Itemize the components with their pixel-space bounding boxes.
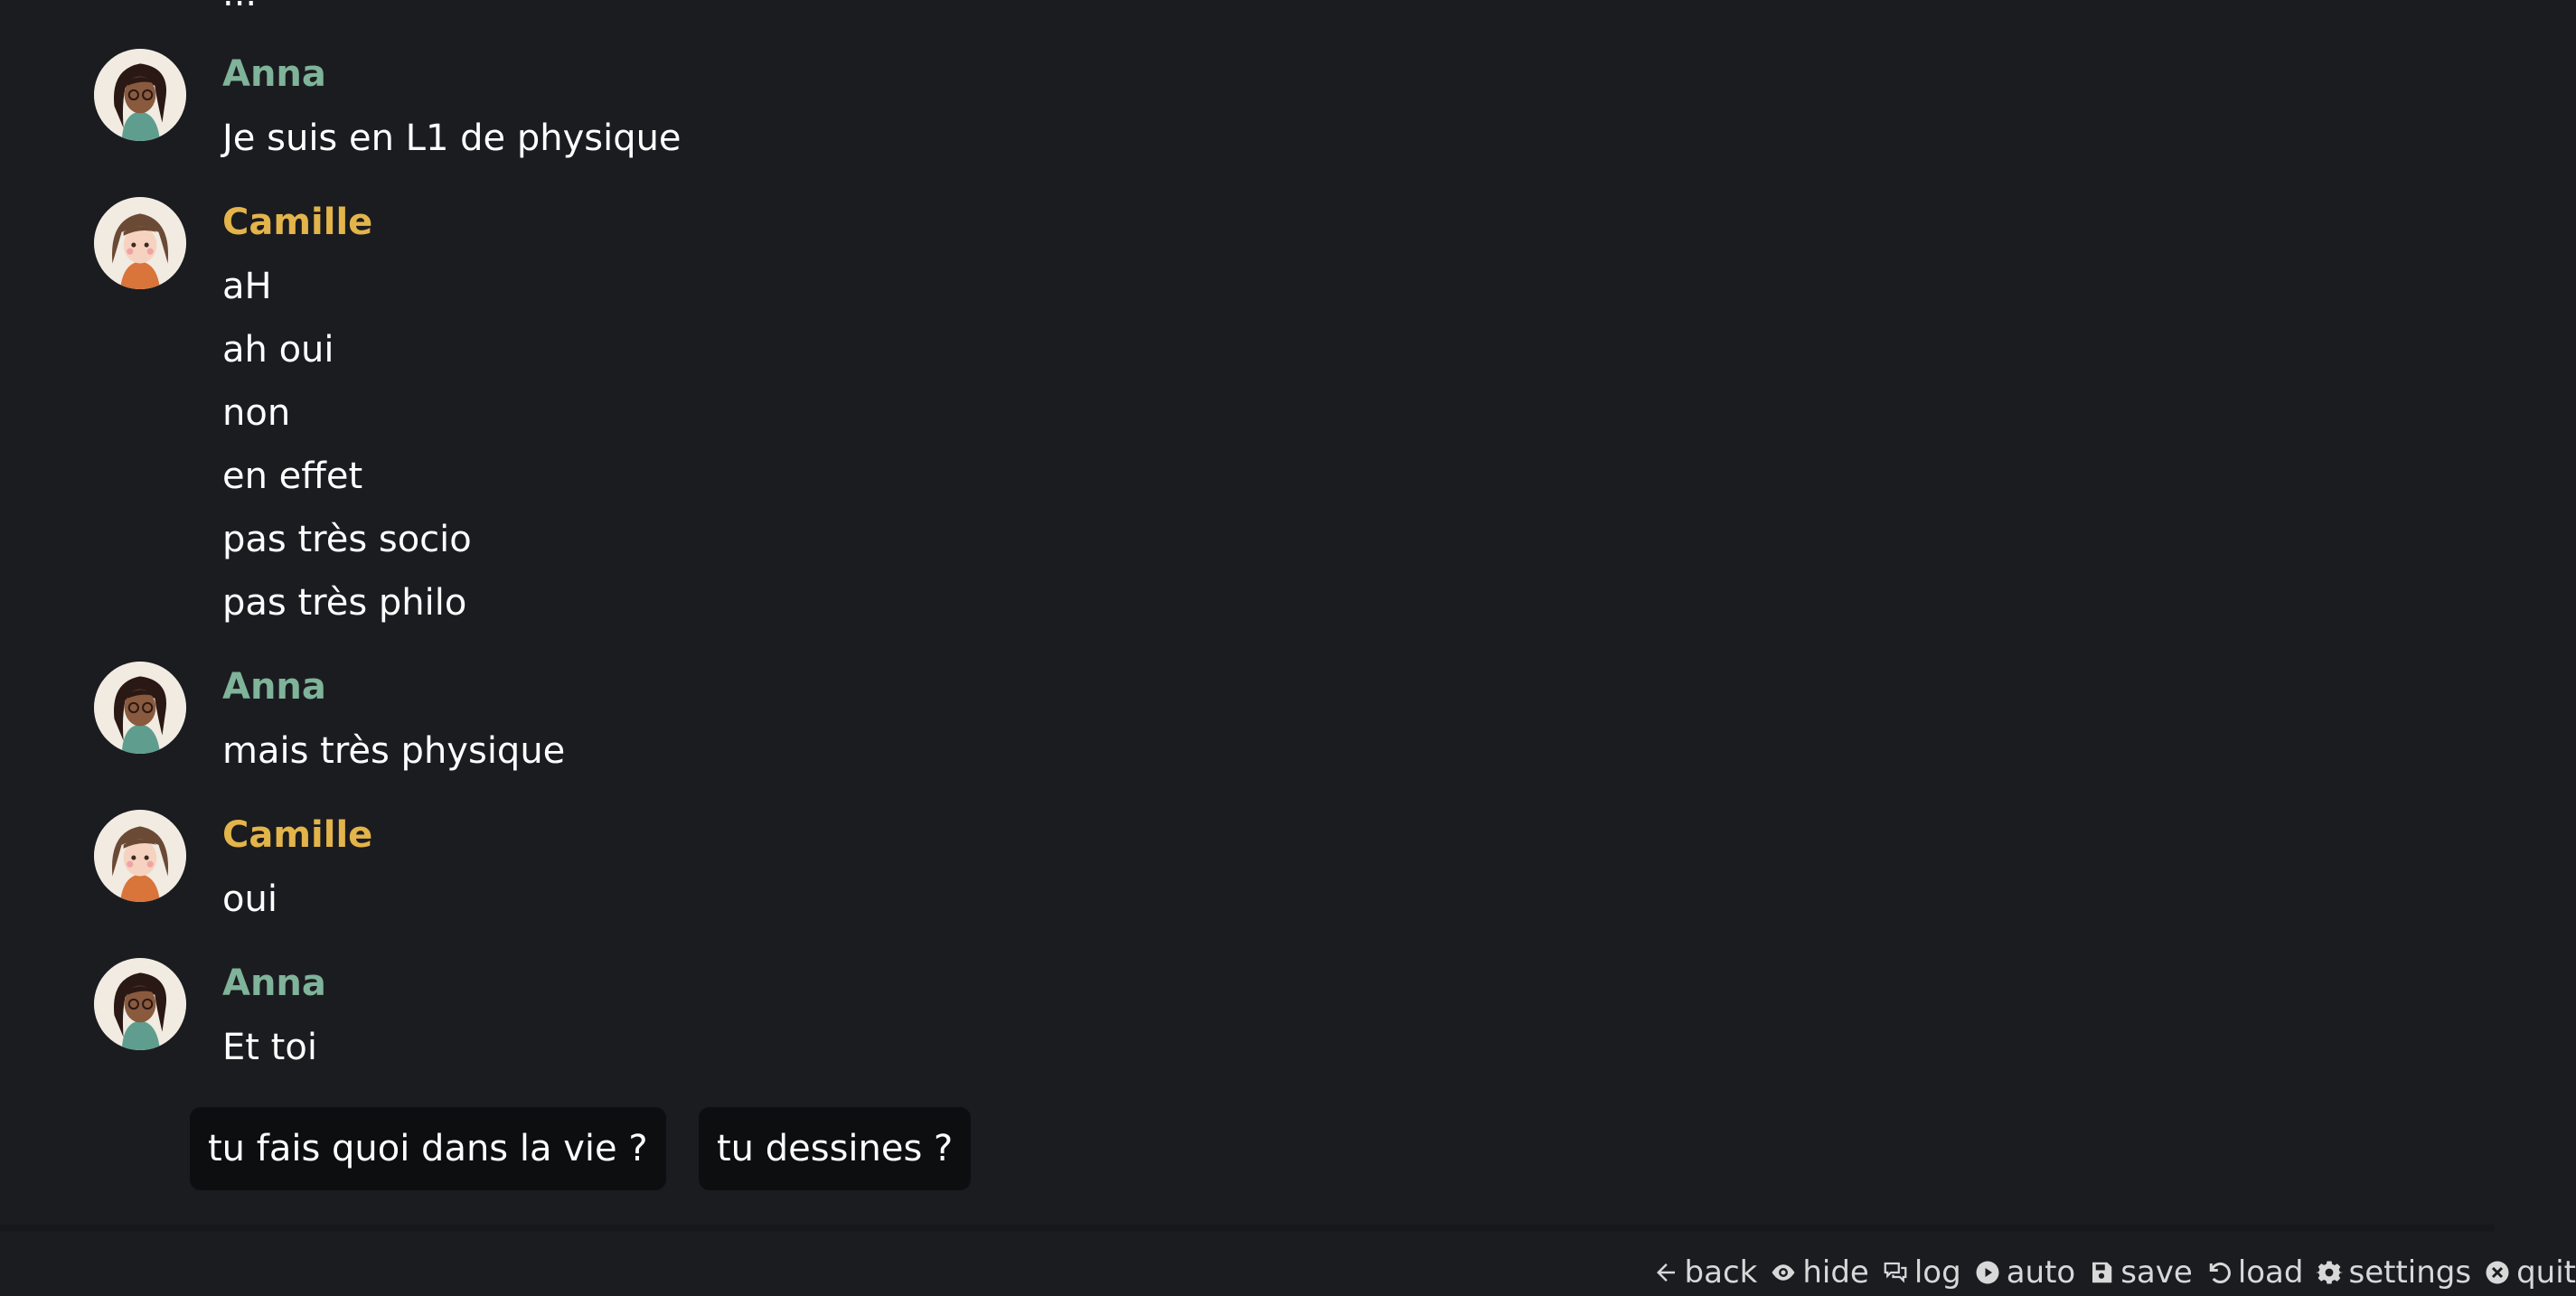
message-line: aH [222, 266, 272, 307]
back-button[interactable]: back [1652, 1254, 1758, 1291]
choice-button-what-do-you-do[interactable]: tu fais quoi dans la vie ? [190, 1107, 666, 1190]
speaker-name: Anna [222, 963, 326, 1004]
message-line: en effet [222, 455, 363, 497]
quit-label: quit [2516, 1254, 2576, 1291]
speaker-name: Camille [222, 202, 373, 243]
message-line: Je suis en L1 de physique [222, 117, 682, 159]
divider [0, 1225, 2495, 1232]
back-label: back [1684, 1254, 1758, 1291]
floppy-disk-icon [2088, 1259, 2115, 1286]
undo-icon [2205, 1259, 2233, 1286]
anna-avatar [94, 958, 186, 1050]
gear-icon [2316, 1259, 2344, 1286]
auto-label: auto [2006, 1254, 2076, 1291]
choice-button-do-you-draw[interactable]: tu dessines ? [699, 1107, 972, 1190]
log-button[interactable]: log [1882, 1254, 1961, 1291]
chat-bubbles-icon [1882, 1259, 1909, 1286]
anna-avatar [94, 662, 186, 754]
camille-avatar [94, 197, 186, 289]
chat-screen: ... Anna Je suis en L1 de physique Camil… [0, 0, 2576, 1296]
log-label: log [1913, 1254, 1961, 1291]
message-lines: oui [222, 868, 277, 931]
camille-avatar [94, 810, 186, 902]
message-line: mais très physique [222, 730, 566, 772]
play-circle-icon [1974, 1259, 2001, 1286]
speaker-name: Anna [222, 53, 326, 95]
save-button[interactable]: save [2088, 1254, 2193, 1291]
message-line: Et toi [222, 1027, 317, 1068]
quit-button[interactable]: quit [2484, 1254, 2576, 1291]
eye-icon [1770, 1259, 1797, 1286]
load-button[interactable]: load [2205, 1254, 2304, 1291]
hide-label: hide [1802, 1254, 1869, 1291]
message-line: ah oui [222, 329, 334, 371]
speaker-name: Camille [222, 814, 373, 856]
message-line: pas très socio [222, 519, 472, 560]
auto-button[interactable]: auto [1974, 1254, 2076, 1291]
settings-label: settings [2348, 1254, 2472, 1291]
quick-menu: back hide log auto save load settings qu… [1652, 1251, 2576, 1294]
speaker-name: Anna [222, 666, 326, 708]
close-circle-icon [2484, 1259, 2511, 1286]
message-lines: Et toi [222, 1016, 317, 1079]
partial-previous-message: ... [222, 0, 257, 12]
message-line: oui [222, 878, 277, 920]
load-label: load [2237, 1254, 2304, 1291]
anna-avatar [94, 49, 186, 141]
message-lines: aH ah oui non en effet pas très socio pa… [222, 255, 472, 634]
message-line: pas très philo [222, 582, 467, 624]
message-lines: Je suis en L1 de physique [222, 107, 682, 170]
arrow-left-icon [1652, 1259, 1679, 1286]
save-label: save [2120, 1254, 2193, 1291]
message-line: non [222, 392, 291, 434]
message-lines: mais très physique [222, 719, 565, 783]
hide-button[interactable]: hide [1770, 1254, 1869, 1291]
settings-button[interactable]: settings [2316, 1254, 2471, 1291]
